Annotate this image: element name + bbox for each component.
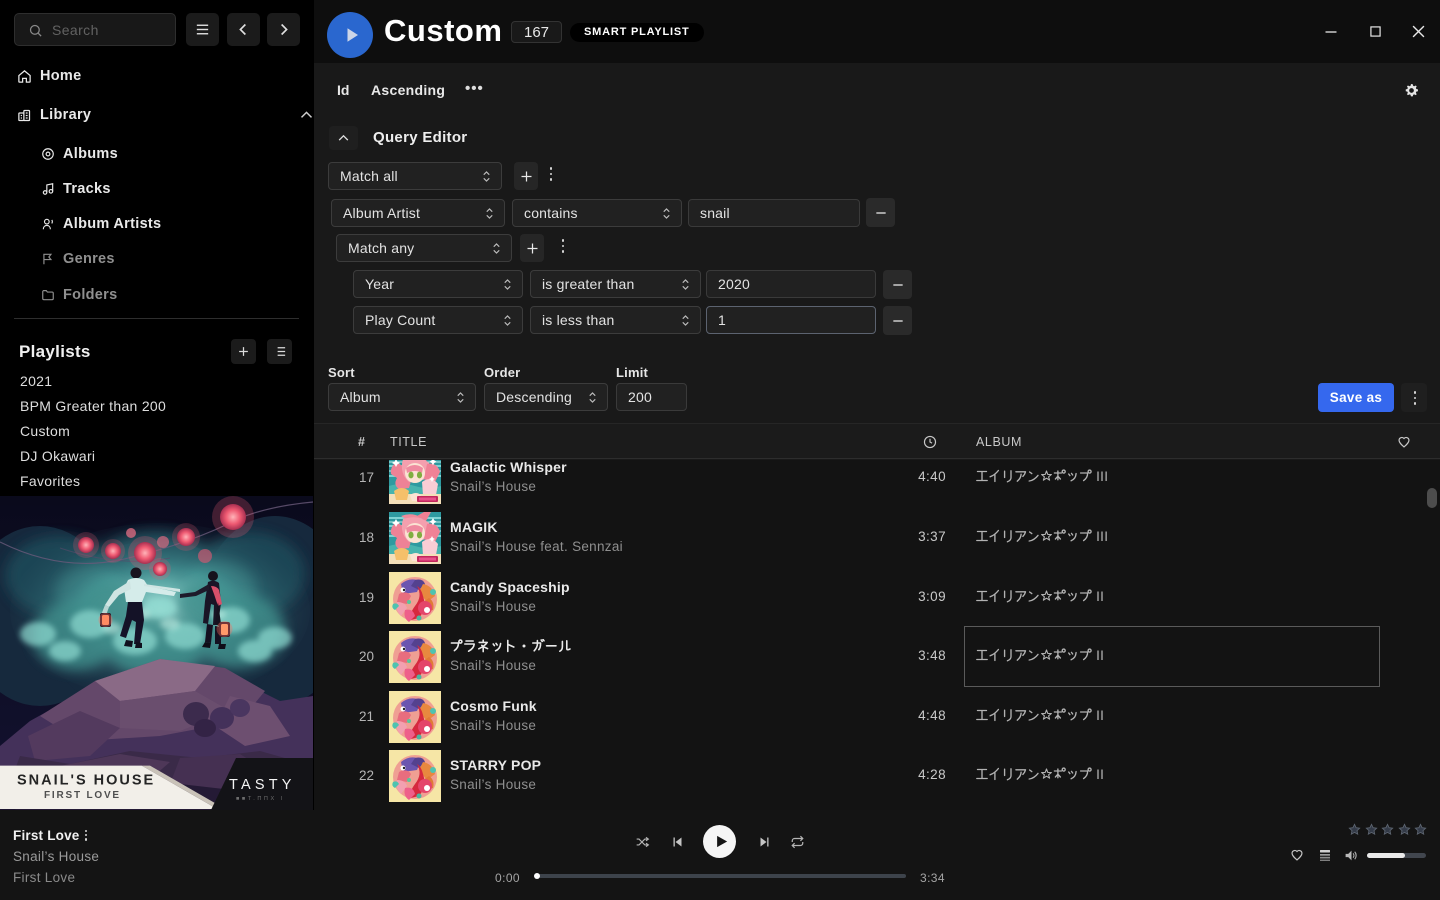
svg-text:SNAIL'S HOUSE: SNAIL'S HOUSE [17,773,155,789]
svg-text:TASTY: TASTY [229,777,296,793]
svg-text:■■T.ΠΠX I: ■■T.ΠΠX I [236,796,285,802]
svg-text:FIRST LOVE: FIRST LOVE [44,790,121,801]
